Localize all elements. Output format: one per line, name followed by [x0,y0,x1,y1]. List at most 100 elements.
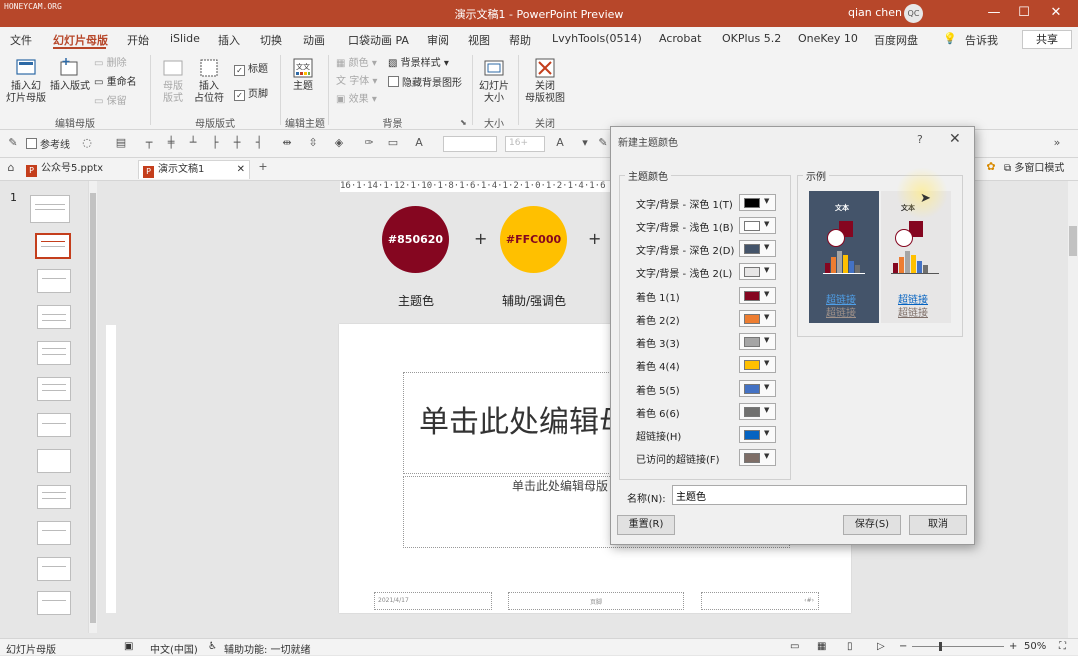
home-icon[interactable]: ⌂ [4,162,18,174]
canvas-scroll-thumb[interactable] [1069,226,1077,256]
preserve-button[interactable]: ▭ 保留 [94,96,127,108]
thumbnail-layout[interactable] [37,269,71,293]
date-placeholder[interactable]: 2021/4/17 [374,592,492,610]
font-size-box[interactable]: 16+ [505,136,545,152]
line-color-icon[interactable]: ▭ [386,137,400,149]
tab-baidu-netdisk[interactable]: 百度网盘 [874,32,918,48]
color-picker-hyperlink[interactable]: ▼ [739,426,776,443]
save-button[interactable]: 保存(S) [843,515,901,535]
insert-slide-master-button[interactable]: 插入幻 灯片母版 [5,57,47,105]
thumbnail-layout[interactable] [37,413,71,437]
cancel-button[interactable]: 取消 [909,515,967,535]
color-picker-accent4[interactable]: ▼ [739,356,776,373]
tab-slide-master[interactable]: 幻灯片母版 [53,32,108,48]
background-styles-dropdown[interactable]: ▧ 背景样式 ▾ [388,58,449,70]
thumbnail-layout[interactable] [37,557,71,581]
share-button[interactable]: 共享 [1022,30,1072,49]
hide-background-checkbox[interactable]: 隐藏背景图形 [388,76,462,90]
tab-home[interactable]: 开始 [127,32,149,48]
color-picker-accent1[interactable]: ▼ [739,287,776,304]
dialog-close-button[interactable]: ✕ [949,131,961,147]
effects-dropdown[interactable]: ▣ 效果 ▾ [336,94,377,106]
settings-icon[interactable]: ✿ [984,161,998,173]
shape-icon[interactable]: ◌ [80,137,94,149]
reset-button[interactable]: 重置(R) [617,515,675,535]
color-picker-dark2[interactable]: ▼ [739,240,776,257]
tab-help[interactable]: 帮助 [509,32,531,48]
tab-islide[interactable]: iSlide [170,32,200,45]
tab-lvyhtools[interactable]: LvyhTools(0514) [552,32,642,45]
thumbnail-layout[interactable] [37,377,71,401]
tab-file[interactable]: 文件 [10,32,32,48]
color-picker-accent6[interactable]: ▼ [739,403,776,420]
thumbnail-layout-selected[interactable] [35,233,71,259]
help-button[interactable]: ? [917,133,923,146]
thumbnail-layout[interactable] [37,521,71,545]
reading-view-icon[interactable]: ▯ [847,641,853,652]
background-dialog-launcher-icon[interactable]: ⬊ [460,117,467,129]
distribute-h-icon[interactable]: ⇹ [280,137,294,149]
accessibility-icon[interactable]: ♿ [208,641,217,652]
tab-insert[interactable]: 插入 [218,32,240,48]
thumbnail-layout[interactable] [37,591,71,615]
avatar[interactable]: QC [904,4,923,23]
close-window-button[interactable]: ✕ [1046,3,1066,23]
lightbulb-icon[interactable]: 💡 [943,32,957,45]
distribute-v-icon[interactable]: ⇳ [306,137,320,149]
slide-sorter-icon[interactable]: ▦ [817,641,826,652]
theme-button[interactable]: 文文 主题 [288,57,318,93]
font-color-icon[interactable]: A [553,137,567,149]
fill-color-icon[interactable]: ◈ [332,137,346,149]
footer-placeholder[interactable]: 页脚 [508,592,684,610]
tab-review[interactable]: 审阅 [427,32,449,48]
slide-number-placeholder[interactable]: ‹#› [701,592,819,610]
zoom-out-icon[interactable]: − [899,641,907,652]
footer-checkbox[interactable]: ✓ 页脚 [234,89,268,101]
tab-transitions[interactable]: 切换 [260,32,282,48]
maximize-button[interactable]: ☐ [1014,3,1034,23]
align-center-icon[interactable]: ┼ [230,137,244,149]
doc-tab-gongzhonghao[interactable]: P 公众号5.pptx [22,160,130,178]
thumbnail-master[interactable] [30,195,70,223]
minimize-button[interactable]: — [984,3,1004,23]
close-tab-icon[interactable]: ✕ [237,161,245,179]
zoom-level[interactable]: 50% [1024,641,1046,652]
align-right-icon[interactable]: ┤ [252,137,266,149]
multi-window-button[interactable]: ⧉ 多窗口模式 [1004,163,1064,175]
fit-to-window-icon[interactable]: ⛶ [1059,641,1066,652]
color-picker-followed-hyperlink[interactable]: ▼ [739,449,776,466]
thumbnail-layout[interactable] [37,305,71,329]
colors-dropdown[interactable]: ▦ 颜色 ▾ [336,58,377,70]
tab-view[interactable]: 视图 [468,32,490,48]
toolbar-overflow[interactable]: » [1050,137,1064,149]
thumbnail-scrollbar[interactable] [88,181,97,633]
color-picker-light1[interactable]: ▼ [739,217,776,234]
textbox-icon[interactable]: ▤ [114,137,128,149]
slideshow-icon[interactable]: ▷ [877,641,885,652]
text-highlight-icon[interactable]: ✎ [596,137,610,149]
tab-pocket-animation[interactable]: 口袋动画 PA [348,32,409,48]
delete-button[interactable]: ▭ 删除 [94,58,127,70]
master-layout-button[interactable]: 母版 版式 [158,57,188,105]
color-picker-accent3[interactable]: ▼ [739,333,776,350]
close-master-view-button[interactable]: 关闭 母版视图 [523,57,567,105]
thumbnail-layout[interactable] [37,485,71,509]
insert-layout-button[interactable]: 插入版式 [50,57,90,93]
format-painter-icon[interactable]: ✎ [6,137,20,149]
eyedropper-icon[interactable]: ✑ [362,137,376,149]
spellcheck-icon[interactable]: ▣ [124,641,133,652]
normal-view-icon[interactable]: ▭ [790,641,799,652]
align-top-icon[interactable]: ┬ [142,137,156,149]
thumbnail-scroll-thumb[interactable] [90,193,96,623]
tab-onekey[interactable]: OneKey 10 [798,32,858,45]
char-spacing-icon[interactable]: A [412,137,426,149]
align-bottom-icon[interactable]: ┴ [186,137,200,149]
fonts-dropdown[interactable]: 文 字体 ▾ [336,76,377,88]
guides-checkbox[interactable]: 参考线 [26,138,70,152]
theme-name-input[interactable] [672,485,967,505]
tab-acrobat[interactable]: Acrobat [659,32,701,45]
align-left-icon[interactable]: ├ [208,137,222,149]
zoom-slider[interactable] [912,646,1004,647]
thumbnail-layout[interactable] [37,341,71,365]
align-middle-icon[interactable]: ╪ [164,137,178,149]
